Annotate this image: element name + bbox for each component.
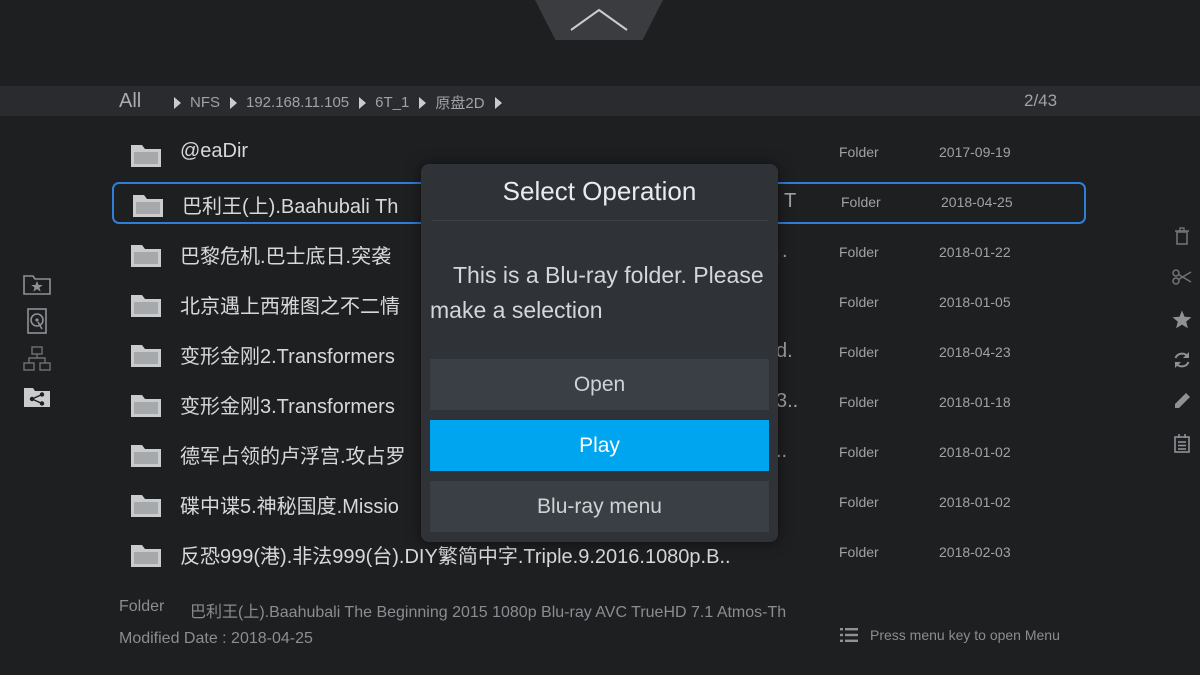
file-type: Folder	[839, 394, 879, 410]
file-date: 2018-04-23	[939, 344, 1011, 360]
star-icon[interactable]	[1170, 307, 1194, 331]
file-type: Folder	[839, 244, 879, 260]
file-date: 2018-02-03	[939, 544, 1011, 560]
file-date: 2017-09-19	[939, 144, 1011, 160]
file-date: 2018-01-18	[939, 394, 1011, 410]
file-name: 反恐999(港).非法999(台).DIY繁简中字.Triple.9.2016.…	[180, 546, 731, 568]
info-modified-date: Modified Date : 2018-04-25	[119, 630, 313, 647]
file-date: 2018-01-22	[939, 244, 1011, 260]
open-button[interactable]: Open	[430, 359, 769, 410]
local-disk-icon[interactable]	[22, 308, 52, 334]
folder-icon	[131, 395, 161, 417]
favorites-folder-icon[interactable]	[22, 272, 52, 298]
scissors-icon[interactable]	[1170, 265, 1194, 289]
folder-icon	[131, 495, 161, 517]
folder-icon	[131, 295, 161, 317]
dialog-message: This is a Blu-ray folder. Please make a …	[430, 262, 764, 323]
breadcrumb-segment[interactable]: 原盘2D	[435, 92, 484, 113]
folder-icon	[133, 195, 163, 217]
file-type: Folder	[839, 544, 879, 560]
file-date: 2018-01-02	[939, 444, 1011, 460]
chevron-right-icon	[419, 96, 427, 109]
file-date: 2018-04-25	[941, 194, 1013, 210]
breadcrumb-path: NFS 192.168.11.105 6T_1 原盘2D	[172, 92, 511, 113]
file-name-suffix: ..	[776, 440, 788, 462]
file-type: Folder	[841, 194, 881, 210]
shared-folder-icon[interactable]	[22, 384, 52, 410]
file-type: Folder	[839, 444, 879, 460]
folder-icon	[131, 445, 161, 467]
file-date: 2018-01-05	[939, 294, 1011, 310]
breadcrumb-segment[interactable]: 6T_1	[375, 94, 409, 111]
chevron-right-icon	[174, 96, 181, 109]
file-type: Folder	[839, 294, 879, 310]
trash-icon[interactable]	[1170, 224, 1194, 248]
folder-icon	[131, 145, 161, 167]
pencil-icon[interactable]	[1170, 389, 1194, 413]
breadcrumb: All NFS 192.168.11.105 6T_1 原盘2D 2/43	[0, 86, 1200, 116]
breadcrumb-segment[interactable]: NFS	[190, 94, 220, 111]
info-name: 巴利王(上).Baahubali The Beginning 2015 1080…	[190, 604, 787, 621]
file-name-suffix: .	[782, 240, 788, 262]
file-date: 2018-01-02	[939, 494, 1011, 510]
chevron-right-icon	[359, 96, 367, 109]
bluray-menu-button[interactable]: Blu-ray menu	[430, 481, 769, 532]
dialog-divider	[431, 220, 768, 221]
chevron-right-icon	[494, 96, 502, 109]
file-name: @eaDir	[180, 140, 249, 162]
breadcrumb-segment[interactable]: 192.168.11.105	[246, 94, 349, 111]
info-type: Folder	[119, 598, 165, 615]
file-type: Folder	[839, 494, 879, 510]
file-type: Folder	[839, 144, 879, 160]
play-button[interactable]: Play	[430, 420, 769, 471]
dialog-title: Select Operation	[502, 176, 697, 206]
chevron-right-icon	[230, 96, 237, 109]
chevron-up-icon	[570, 8, 628, 31]
folder-icon	[131, 345, 161, 367]
menu-hint: Press menu key to open Menu	[840, 627, 1060, 643]
folder-icon	[131, 545, 161, 567]
file-name-suffix: d.	[776, 340, 793, 362]
file-name-suffix: T	[784, 190, 797, 212]
network-icon[interactable]	[22, 346, 52, 372]
info-list-icon[interactable]	[1170, 431, 1194, 455]
file-name-suffix: 3..	[776, 390, 799, 412]
menu-icon	[840, 628, 858, 642]
page-count: 2/43	[1024, 91, 1058, 110]
file-type: Folder	[839, 344, 879, 360]
select-operation-dialog: Select Operation This is a Blu-ray folde…	[421, 164, 778, 542]
hint-text: Press menu key to open Menu	[870, 627, 1060, 643]
folder-icon	[131, 245, 161, 267]
scroll-up-tab[interactable]	[535, 0, 663, 40]
refresh-icon[interactable]	[1170, 348, 1194, 372]
breadcrumb-root[interactable]: All	[119, 90, 141, 113]
